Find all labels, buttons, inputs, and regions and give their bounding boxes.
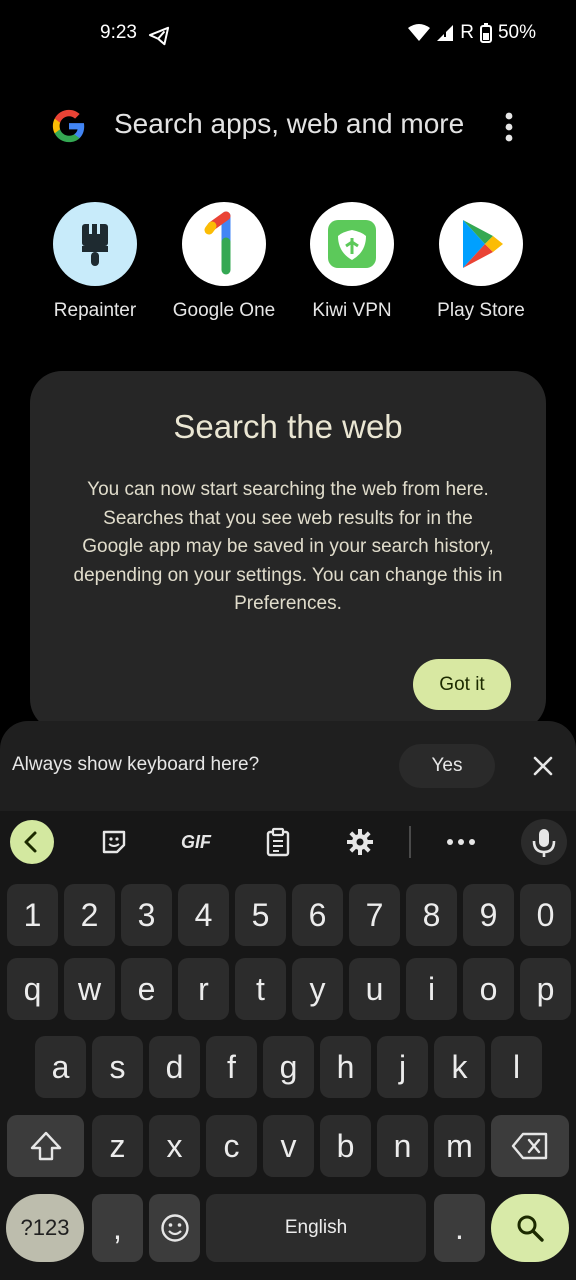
symbols-key[interactable]: ?123 xyxy=(6,1194,84,1262)
key-i[interactable]: i xyxy=(406,958,457,1020)
status-icons: R 50% xyxy=(408,22,536,44)
microphone-icon xyxy=(532,829,556,857)
backspace-key[interactable] xyxy=(491,1115,569,1177)
key-m[interactable]: m xyxy=(434,1115,485,1177)
key-g[interactable]: g xyxy=(263,1036,314,1098)
cell-signal-icon xyxy=(437,25,454,41)
key-f[interactable]: f xyxy=(206,1036,257,1098)
keyboard-back-button[interactable] xyxy=(10,820,54,864)
key-k[interactable]: k xyxy=(434,1036,485,1098)
key-1[interactable]: 1 xyxy=(7,884,58,946)
clipboard-button[interactable] xyxy=(262,822,294,862)
battery-icon xyxy=(479,23,492,43)
key-a[interactable]: a xyxy=(35,1036,86,1098)
key-0[interactable]: 0 xyxy=(520,884,571,946)
key-2[interactable]: 2 xyxy=(64,884,115,946)
google-logo-icon xyxy=(52,109,85,143)
battery-percent: 50% xyxy=(497,22,536,43)
key-4[interactable]: 4 xyxy=(178,884,229,946)
key-6[interactable]: 6 xyxy=(292,884,343,946)
network-type: R xyxy=(460,22,474,43)
more-tools-button[interactable] xyxy=(444,822,478,862)
key-9[interactable]: 9 xyxy=(463,884,514,946)
status-time: 9:23 xyxy=(100,22,137,43)
clipboard-icon xyxy=(266,827,290,857)
app-label: Play Store xyxy=(437,300,525,321)
app-play-store[interactable]: Play Store xyxy=(416,202,546,322)
key-x[interactable]: x xyxy=(149,1115,200,1177)
settings-button[interactable] xyxy=(344,822,376,862)
shift-key[interactable] xyxy=(7,1115,84,1177)
key-5[interactable]: 5 xyxy=(235,884,286,946)
play-store-icon xyxy=(439,202,523,286)
key-v[interactable]: v xyxy=(263,1115,314,1177)
key-c[interactable]: c xyxy=(206,1115,257,1177)
card-body: You can now start searching the web from… xyxy=(73,479,503,614)
more-options-icon[interactable] xyxy=(494,108,524,146)
key-j[interactable]: j xyxy=(377,1036,428,1098)
key-r[interactable]: r xyxy=(178,958,229,1020)
key-b[interactable]: b xyxy=(320,1115,371,1177)
app-label: Kiwi VPN xyxy=(312,300,392,321)
key-w[interactable]: w xyxy=(64,958,115,1020)
key-7[interactable]: 7 xyxy=(349,884,400,946)
sticker-button[interactable] xyxy=(98,822,130,862)
more-horizontal-icon xyxy=(447,839,475,845)
yes-button[interactable]: Yes xyxy=(399,744,495,788)
key-l[interactable]: l xyxy=(491,1036,542,1098)
google-one-icon xyxy=(182,202,266,286)
key-e[interactable]: e xyxy=(121,958,172,1020)
search-icon xyxy=(517,1215,544,1242)
chevron-left-icon xyxy=(24,831,37,853)
gif-button[interactable]: GIF xyxy=(172,822,220,862)
key-3[interactable]: 3 xyxy=(121,884,172,946)
voice-input-button[interactable] xyxy=(521,819,567,865)
telegram-icon xyxy=(148,26,170,46)
key-8[interactable]: 8 xyxy=(406,884,457,946)
close-icon[interactable] xyxy=(530,753,556,779)
app-label: Google One xyxy=(172,300,276,321)
app-label: Repainter xyxy=(53,300,137,321)
space-key[interactable]: English xyxy=(206,1194,426,1262)
emoji-key[interactable] xyxy=(149,1194,200,1262)
sticker-icon xyxy=(102,830,126,854)
search-input[interactable]: Search apps, web and more xyxy=(114,108,464,140)
key-d[interactable]: d xyxy=(149,1036,200,1098)
key-t[interactable]: t xyxy=(235,958,286,1020)
key-h[interactable]: h xyxy=(320,1036,371,1098)
period-key[interactable]: . xyxy=(434,1194,485,1262)
backspace-icon xyxy=(511,1132,548,1160)
emoji-icon xyxy=(160,1214,189,1242)
repainter-icon xyxy=(53,202,137,286)
keyboard-prompt-text: Always show keyboard here? xyxy=(12,754,260,775)
app-google-one[interactable]: Google One xyxy=(159,202,289,322)
got-it-button[interactable]: Got it xyxy=(413,659,511,710)
app-kiwi-vpn[interactable]: Kiwi VPN xyxy=(287,202,417,322)
key-u[interactable]: u xyxy=(349,958,400,1020)
key-s[interactable]: s xyxy=(92,1036,143,1098)
key-z[interactable]: z xyxy=(92,1115,143,1177)
toolbar-divider xyxy=(409,826,411,858)
gear-icon xyxy=(347,829,373,855)
comma-key[interactable]: , xyxy=(92,1194,143,1262)
key-y[interactable]: y xyxy=(292,958,343,1020)
key-o[interactable]: o xyxy=(463,958,514,1020)
kiwi-vpn-icon xyxy=(310,202,394,286)
search-key[interactable] xyxy=(491,1194,569,1262)
key-q[interactable]: q xyxy=(7,958,58,1020)
wifi-icon xyxy=(408,24,431,41)
key-p[interactable]: p xyxy=(520,958,571,1020)
app-repainter[interactable]: Repainter xyxy=(30,202,160,322)
card-title: Search the web xyxy=(173,408,403,445)
shift-icon xyxy=(30,1131,61,1161)
key-n[interactable]: n xyxy=(377,1115,428,1177)
